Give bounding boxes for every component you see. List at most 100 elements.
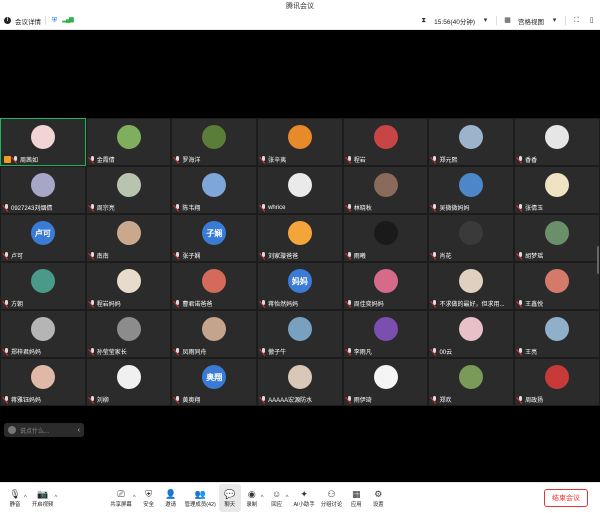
participant-tile[interactable]: 不求做的最好，但求用... (428, 262, 515, 310)
invite-button[interactable]: 👤 邀请 (160, 484, 182, 512)
participant-name: whrice (268, 204, 286, 211)
avatar: 子娴 (202, 221, 227, 245)
view-mode-button[interactable]: 宫格视图 (518, 16, 544, 26)
chat-button[interactable]: 💬 聊天 (218, 484, 241, 512)
participant-tile[interactable]: AAAAA宏源防水 (257, 358, 343, 406)
end-meeting-button[interactable]: 结束会议 (544, 489, 588, 507)
participant-tile[interactable]: 郑元熙 (428, 118, 515, 166)
participant-name: 张子娴 (182, 254, 201, 260)
signal-icon[interactable]: ▂▄▆ (62, 16, 73, 25)
record-button[interactable]: ◉ 录制 (241, 484, 263, 512)
participant-tile[interactable]: 程岩 (342, 118, 429, 166)
avatar (459, 125, 484, 149)
participant-tile[interactable]: 张辛夷 (257, 118, 343, 166)
avatar (373, 125, 398, 149)
chevron-down-icon[interactable]: ▾ (550, 16, 559, 25)
chat-input-bar[interactable]: 说点什么... ‹ (4, 423, 84, 437)
participant-tile[interactable]: 李雨凡 (342, 310, 429, 358)
window-title: 腾讯会议 (286, 3, 314, 10)
participant-tile[interactable]: 傲子牛 (257, 310, 343, 358)
meeting-topbar: i 会议详情 ⛨ ▂▄▆ ⧗ 15:56(40分钟) ▾ ▦ 宫格视图 ▾ ⛶ … (0, 12, 600, 30)
participant-tile[interactable]: 凤雨同舟 (171, 310, 258, 358)
shield-icon[interactable]: ⛨ (50, 16, 59, 25)
participant-nameplate: 王鑫悦 (516, 299, 545, 308)
participant-tile[interactable]: 0927243刘烟倩 (0, 166, 86, 214)
participant-tile[interactable]: 00云 (428, 310, 515, 358)
fullscreen-icon[interactable]: ⛶ (572, 16, 581, 25)
chevron-left-icon[interactable]: ‹ (78, 427, 80, 434)
participant-nameplate: 凤雨同舟 (173, 347, 208, 356)
chevron-up-icon[interactable]: ^ (24, 495, 27, 501)
manage-members-button[interactable]: 👥 管理成员(42) (182, 484, 219, 512)
participant-tile[interactable]: 王亮 (514, 310, 600, 358)
participant-tile[interactable]: 程岩妈妈 (85, 262, 172, 310)
participant-tile[interactable]: 周茜如 (0, 118, 86, 166)
participant-tile[interactable]: 蒋雅钰妈妈 (0, 358, 86, 406)
participant-name: 胡梦瑶 (525, 254, 544, 260)
participant-tile[interactable]: 雨曦 (342, 214, 429, 262)
video-button[interactable]: 📷 开启视频 (29, 484, 57, 512)
participant-tile[interactable]: 雨伊琦 (342, 358, 429, 406)
participant-tile[interactable]: 陈韦翔 (171, 166, 258, 214)
participant-name: 周茜如 (20, 158, 39, 164)
participant-tile[interactable]: 刘柳 (85, 358, 172, 406)
meeting-details-link[interactable]: 会议详情 (15, 16, 41, 26)
participant-tile[interactable]: 周政扬 (514, 358, 600, 406)
chevron-up-icon[interactable]: ^ (286, 495, 289, 501)
participant-tile[interactable]: 曹君诺爸爸 (171, 262, 258, 310)
participant-tile[interactable]: 周宗亮 (85, 166, 172, 214)
participant-tile[interactable]: 郑梓君妈妈 (0, 310, 86, 358)
chevron-down-icon[interactable]: ▾ (481, 16, 490, 25)
sidebar-icon[interactable]: ▯ (587, 16, 596, 25)
participant-tile[interactable]: 金霞倩 (85, 118, 172, 166)
mute-button[interactable]: 🎙 静音 (4, 484, 26, 512)
participant-tile[interactable]: 南南 (85, 214, 172, 262)
participant-tile[interactable]: 吴微微妈妈 (428, 166, 515, 214)
breakout-icon: ⚇ (327, 489, 336, 499)
ai-assistant-button[interactable]: ✦ AI小助手 (290, 484, 317, 512)
avatar (30, 317, 55, 341)
chevron-up-icon[interactable]: ^ (261, 495, 264, 501)
participant-tile[interactable]: 刘家璇爸爸 (257, 214, 343, 262)
chat-placeholder[interactable]: 说点什么... (20, 426, 49, 435)
mic-muted-icon (90, 396, 95, 403)
participant-tile[interactable]: whrice (257, 166, 343, 214)
participant-tile[interactable]: 肖花 (428, 214, 515, 262)
scrollbar[interactable] (597, 246, 599, 274)
share-screen-button[interactable]: ⎚ 共享屏幕 (107, 484, 135, 512)
chevron-up-icon[interactable]: ^ (54, 495, 57, 501)
participant-tile[interactable]: 奥翔 黄奥翔 (171, 358, 258, 406)
info-icon[interactable]: i (4, 17, 11, 24)
mic-muted-icon (4, 396, 9, 403)
participant-tile[interactable]: 方朝 (0, 262, 86, 310)
participant-name: 周政扬 (525, 398, 544, 404)
participant-name: 张辛夷 (268, 158, 287, 164)
settings-button[interactable]: ⚙ 设置 (367, 484, 389, 512)
participant-tile[interactable]: 妈妈 蒋怡然妈妈 (257, 262, 343, 310)
reaction-button[interactable]: ☺ 回应 (266, 484, 288, 512)
emoji-icon[interactable] (8, 426, 16, 434)
chevron-up-icon[interactable]: ^ (133, 495, 136, 501)
participant-tile[interactable]: 林晓秋 (342, 166, 429, 214)
participant-tile[interactable]: 香香 (514, 118, 600, 166)
participant-name: 刘柳 (96, 398, 109, 404)
participant-nameplate: 黄奥翔 (173, 395, 202, 404)
breakout-button[interactable]: ⚇ 分组讨论 (318, 484, 346, 512)
mic-muted-icon (4, 204, 9, 211)
participant-nameplate: 张倩玉 (516, 203, 545, 212)
mic-muted-icon (261, 156, 266, 163)
participant-tile[interactable]: 周佳奕妈妈 (342, 262, 429, 310)
participant-tile[interactable]: 卢可 卢可 (0, 214, 86, 262)
participant-tile[interactable]: 孙莹莹家长 (85, 310, 172, 358)
participant-tile[interactable]: 胡梦瑶 (514, 214, 600, 262)
participant-tile[interactable]: 张倩玉 (514, 166, 600, 214)
security-button[interactable]: ⛨ 安全 (138, 484, 160, 512)
participant-tile[interactable]: 子娴张子娴 (171, 214, 258, 262)
participant-tile[interactable]: 罗海洋 (171, 118, 258, 166)
avatar (116, 173, 141, 197)
participant-tile[interactable]: 王鑫悦 (514, 262, 600, 310)
apps-button[interactable]: ▦ 应用 (345, 484, 367, 512)
participant-name: 金霞倩 (96, 158, 115, 164)
participant-tile[interactable]: 郑欢 (428, 358, 515, 406)
participant-name: 郑梓君妈妈 (11, 350, 42, 356)
